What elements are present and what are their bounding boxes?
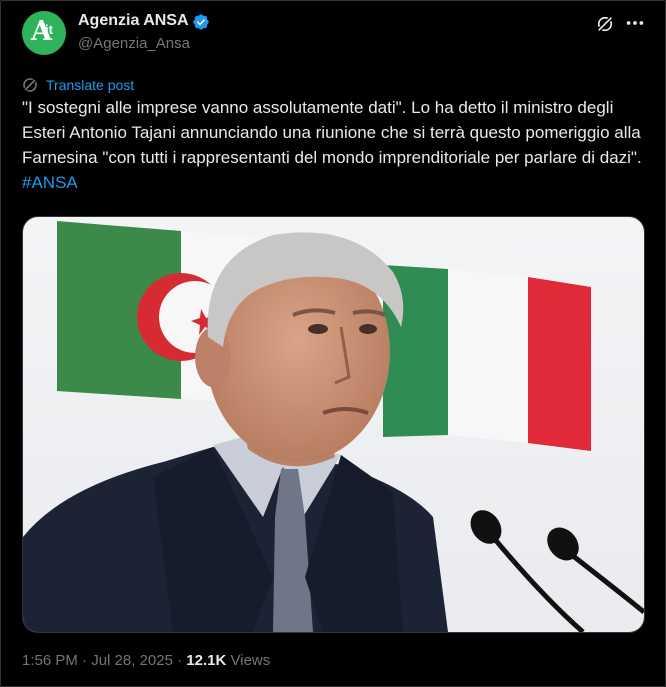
views-count[interactable]: 12.1K [186, 652, 226, 669]
post-meta: 1:56 PM · Jul 28, 2025 · 12.1K Views [22, 652, 270, 669]
post-time[interactable]: 1:56 PM [22, 652, 78, 669]
post-image[interactable] [22, 216, 645, 633]
photo-man-speaking [23, 217, 644, 632]
author-name[interactable]: Agenzia ANSA [78, 12, 189, 30]
more-icon[interactable] [624, 13, 646, 33]
translate-icon [23, 78, 37, 92]
views-label: Views [230, 652, 271, 669]
avatar[interactable]: A it [22, 11, 66, 55]
italian-flag [383, 265, 591, 451]
meta-separator: · [177, 652, 183, 669]
translate-label: Translate post [46, 77, 135, 93]
post-body: "I sostegni alle imprese vanno assolutam… [22, 98, 642, 167]
meta-separator: · [82, 652, 88, 669]
grok-icon[interactable] [595, 14, 615, 34]
post-date[interactable]: Jul 28, 2025 [91, 652, 173, 669]
verified-badge-icon [193, 14, 209, 30]
avatar-suffix: it [45, 22, 53, 37]
hashtag-link[interactable]: #ANSA [22, 173, 78, 192]
author-handle[interactable]: @Agenzia_Ansa [78, 35, 190, 52]
post-text: "I sostegni alle imprese vanno assolutam… [22, 95, 647, 195]
